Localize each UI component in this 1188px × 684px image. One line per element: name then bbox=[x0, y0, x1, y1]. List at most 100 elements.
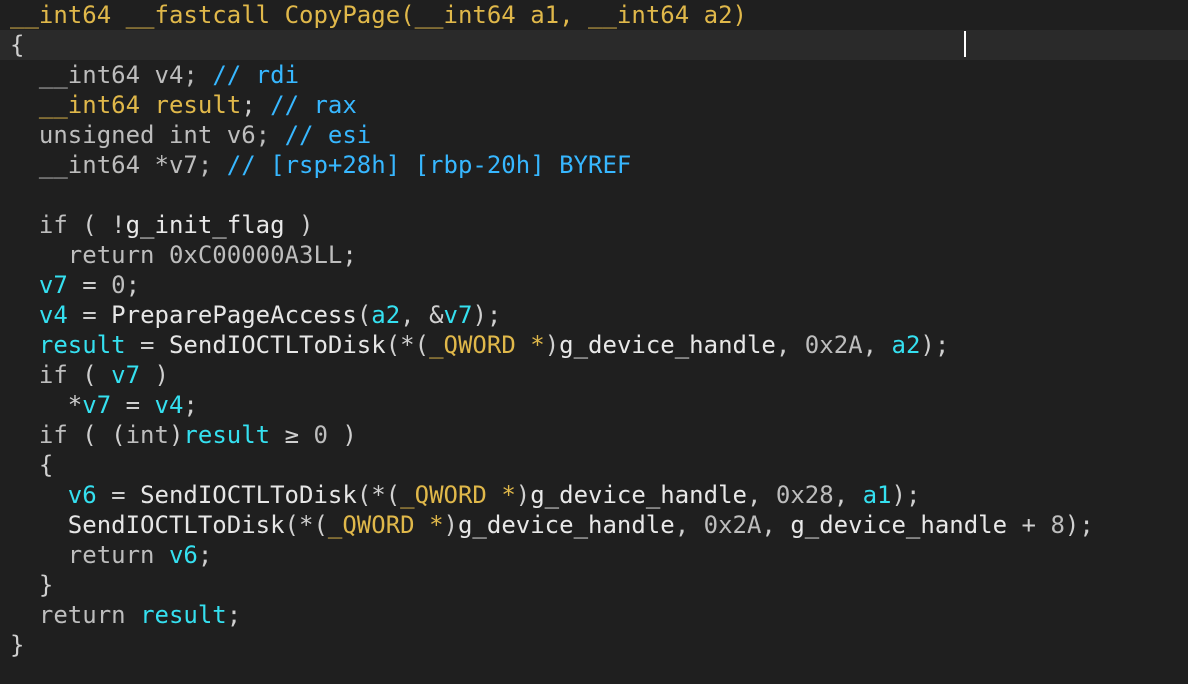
code-token-type: a1, bbox=[515, 1, 589, 29]
code-token-op: } bbox=[10, 631, 25, 659]
code-line[interactable] bbox=[0, 180, 1188, 210]
code-token-op bbox=[10, 361, 39, 389]
code-token-cmt: // esi bbox=[284, 121, 372, 149]
code-line[interactable]: __int64 *v7; // [rsp+28h] [rbp-20h] BYRE… bbox=[0, 150, 1188, 180]
code-token-kw: *v7; bbox=[154, 151, 213, 179]
code-token-op: { bbox=[10, 31, 25, 59]
code-line[interactable]: v7 = 0; bbox=[0, 270, 1188, 300]
code-token-var: v6 bbox=[67, 481, 97, 509]
code-token-op bbox=[10, 511, 68, 539]
code-token-type: __int64 bbox=[414, 1, 516, 29]
code-token-op bbox=[10, 91, 39, 119]
code-token-glob: g_device_handle bbox=[530, 481, 747, 509]
code-token-op bbox=[10, 601, 39, 629]
code-token-kw: v6; bbox=[226, 121, 271, 149]
code-line[interactable]: __int64 v4; // rdi bbox=[0, 60, 1188, 90]
code-token-op: ); bbox=[472, 301, 502, 329]
code-token-op: = bbox=[111, 391, 155, 419]
code-token-glob: g_device_handle bbox=[457, 511, 675, 539]
code-token-var: v7 bbox=[82, 391, 112, 419]
code-token-op bbox=[140, 91, 154, 119]
code-token-num: 0x28 bbox=[775, 481, 834, 509]
code-token-num: 0xC00000A3LL bbox=[168, 241, 343, 269]
code-token-op bbox=[155, 541, 169, 569]
code-token-op bbox=[487, 481, 501, 509]
code-token-op: ≥ bbox=[270, 421, 314, 449]
code-token-op: , bbox=[833, 481, 863, 509]
code-token-op: ) bbox=[284, 211, 314, 239]
code-token-op bbox=[10, 541, 68, 569]
code-token-op bbox=[10, 271, 39, 299]
code-token-type: _QWORD bbox=[400, 481, 487, 509]
code-line[interactable]: v6 = SendIOCTLToDisk(*(_QWORD *)g_device… bbox=[0, 480, 1188, 510]
code-line[interactable]: *v7 = v4; bbox=[0, 390, 1188, 420]
code-token-glob: g_device_handle bbox=[790, 511, 1008, 539]
code-token-op: = bbox=[125, 331, 169, 359]
code-token-type: * bbox=[530, 331, 545, 359]
code-line[interactable]: result = SendIOCTLToDisk(*(_QWORD *)g_de… bbox=[0, 330, 1188, 360]
code-token-type: __int64 bbox=[10, 1, 112, 29]
code-token-op bbox=[10, 61, 39, 89]
code-line[interactable]: return result; bbox=[0, 600, 1188, 630]
code-line[interactable]: { bbox=[0, 450, 1188, 480]
code-line[interactable]: if ( (int)result ≥ 0 ) bbox=[0, 420, 1188, 450]
code-token-op bbox=[415, 511, 429, 539]
pseudocode-editor[interactable]: __int64 __fastcall CopyPage(__int64 a1, … bbox=[0, 0, 1188, 684]
code-line[interactable]: __int64 result; // rax bbox=[0, 90, 1188, 120]
code-token-op: , & bbox=[400, 301, 444, 329]
code-token-var: result bbox=[183, 421, 271, 449]
code-token-kw: v4; bbox=[154, 61, 198, 89]
code-token-fn: SendIOCTLToDisk bbox=[140, 481, 357, 509]
code-line[interactable]: return 0xC00000A3LL; bbox=[0, 240, 1188, 270]
code-token-num: 8 bbox=[1050, 511, 1065, 539]
code-line[interactable]: unsigned int v6; // esi bbox=[0, 120, 1188, 150]
code-token-kw: if bbox=[38, 361, 68, 389]
code-line[interactable]: { bbox=[0, 30, 1188, 60]
code-token-op bbox=[140, 61, 154, 89]
code-token-kw: unsigned int bbox=[38, 121, 213, 149]
code-token-op: ) bbox=[168, 421, 184, 449]
code-line[interactable]: } bbox=[0, 570, 1188, 600]
code-line[interactable]: if ( v7 ) bbox=[0, 360, 1188, 390]
code-token-cmt: // rdi bbox=[212, 61, 300, 89]
code-token-kw: __int64 bbox=[38, 151, 141, 179]
code-token-op: ; bbox=[125, 271, 141, 299]
code-token-op bbox=[10, 421, 39, 449]
code-token-op: ; bbox=[197, 541, 213, 569]
code-line[interactable]: } bbox=[0, 630, 1188, 660]
code-token-type: __int64 bbox=[588, 1, 690, 29]
code-token-op: ) bbox=[140, 361, 169, 389]
code-token-op: = bbox=[96, 481, 141, 509]
code-token-type: _QWORD bbox=[429, 331, 516, 359]
code-token-glob: g_device_handle bbox=[559, 331, 776, 359]
code-token-type: a2) bbox=[689, 1, 747, 29]
code-token-op: (*( bbox=[356, 481, 401, 509]
code-token-op: , bbox=[775, 331, 805, 359]
code-token-type: CopyPage( bbox=[284, 1, 415, 29]
code-token-type: * bbox=[429, 511, 444, 539]
code-token-op: = bbox=[67, 271, 112, 299]
code-line[interactable]: v4 = PreparePageAccess(a2, &v7); bbox=[0, 300, 1188, 330]
code-token-fn: PreparePageAccess bbox=[111, 301, 357, 329]
code-token-op bbox=[10, 331, 39, 359]
code-line[interactable]: if ( !g_init_flag ) bbox=[0, 210, 1188, 240]
code-token-op bbox=[10, 121, 39, 149]
code-token-cmt: // rax bbox=[270, 91, 357, 119]
code-token-op: (*( bbox=[284, 511, 328, 539]
code-token-var: v6 bbox=[168, 541, 198, 569]
code-line[interactable]: return v6; bbox=[0, 540, 1188, 570]
code-token-kw: return bbox=[38, 601, 126, 629]
code-token-op bbox=[111, 1, 125, 29]
code-token-op: ) bbox=[515, 481, 531, 509]
code-token-var: a2 bbox=[371, 301, 401, 329]
code-token-op: = bbox=[67, 301, 112, 329]
code-token-op bbox=[10, 481, 68, 509]
code-token-op: ); bbox=[1064, 511, 1094, 539]
code-token-op bbox=[10, 151, 39, 179]
code-token-var: v4 bbox=[38, 301, 68, 329]
code-line[interactable]: SendIOCTLToDisk(*(_QWORD *)g_device_hand… bbox=[0, 510, 1188, 540]
code-token-op: , bbox=[862, 331, 892, 359]
code-token-var: a2 bbox=[891, 331, 921, 359]
code-token-type: * bbox=[501, 481, 516, 509]
code-line[interactable]: __int64 __fastcall CopyPage(__int64 a1, … bbox=[0, 0, 1188, 30]
